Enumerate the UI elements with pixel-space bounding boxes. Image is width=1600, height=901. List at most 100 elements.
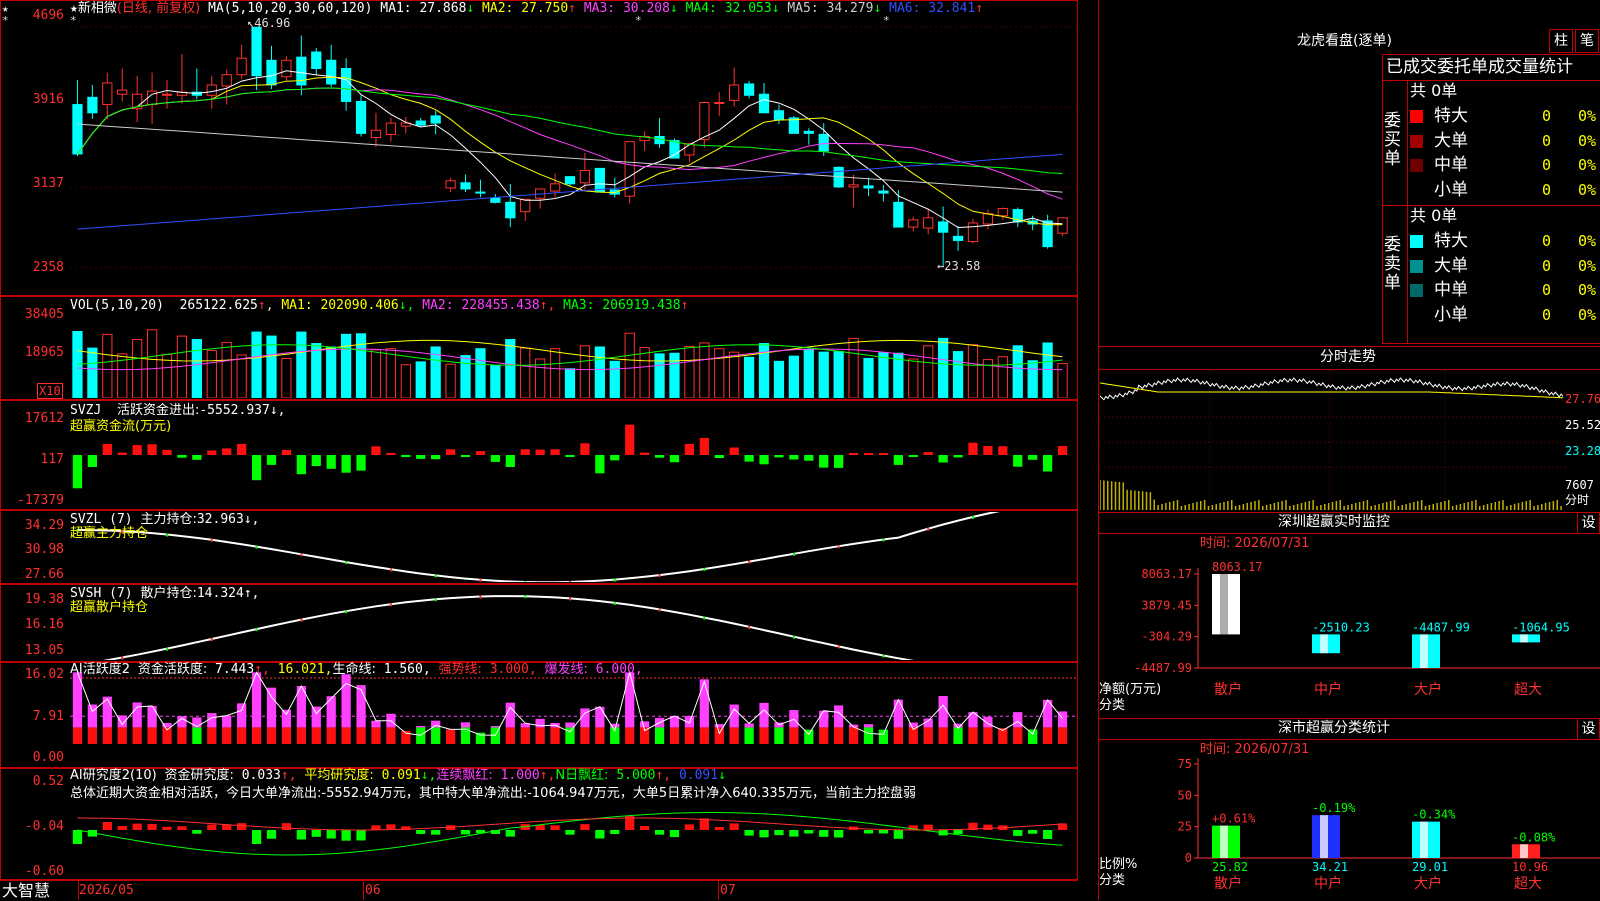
volume-bar: [714, 348, 725, 398]
stock-name[interactable]: 新相微: [78, 1, 117, 16]
activity-bar-top: [266, 687, 277, 728]
research-chart[interactable]: [70, 800, 1076, 878]
research-bar: [580, 824, 590, 830]
value-label: -1064.95: [1512, 620, 1570, 634]
research-bar: [834, 830, 844, 838]
monitor-settings-button[interactable]: 设: [1577, 512, 1600, 534]
ma-value-2: 27.750: [521, 1, 569, 16]
activity-bar: [386, 727, 396, 744]
y-tick-label: -304.29: [1141, 630, 1192, 644]
activity-chart[interactable]: [70, 664, 1076, 766]
research-bar: [1028, 830, 1038, 834]
y-tick-label: 3879.45: [1141, 598, 1192, 612]
y-tick-label: 25: [1178, 820, 1192, 834]
candle: [908, 219, 919, 228]
ratio-chart[interactable]: 75 50 25 0 +0.61% 25.82散户 -0.19% 34.21中户 -0.34% 2…: [1098, 756, 1600, 900]
vol-unit-badge[interactable]: X10: [37, 383, 63, 399]
fund-flow-chart[interactable]: [70, 410, 1076, 508]
order-color-swatch: [1410, 235, 1423, 248]
ma-line-2: [77, 76, 1063, 226]
activity-bar: [147, 727, 157, 744]
monitor-xlabel: 分类: [1099, 698, 1126, 713]
activity-bar: [983, 727, 993, 744]
activity-bar: [87, 727, 98, 744]
activity-bar-top: [938, 695, 948, 728]
dragon-header: 已成交委托单成交量统计: [1386, 57, 1573, 77]
vol-ma-values: MA1: 202090.406↓, MA2: 228455.438↑, MA3:…: [281, 298, 688, 313]
main-holding-line-tick: [971, 515, 974, 519]
order-color-swatch: [1410, 134, 1423, 148]
column-divider: [1098, 0, 1099, 900]
fund-flow-bar: [401, 455, 411, 457]
vol-ma-value: 202090.406: [320, 298, 399, 313]
activity-bar-top: [714, 724, 724, 728]
fund-flow-bar: [863, 453, 874, 455]
order-percent: 0%: [1578, 156, 1597, 174]
order-size-label: 小单: [1434, 304, 1468, 325]
value-label: -0.08%: [1512, 830, 1556, 844]
candle: [699, 101, 710, 141]
activity-bar: [699, 727, 709, 744]
candle: [370, 129, 382, 138]
volume-chart[interactable]: [70, 312, 1076, 398]
net-amount-chart[interactable]: 8063.17 3879.45 -304.29 -4487.99 8063.17 散户 -2…: [1098, 556, 1600, 716]
brand-logo: 大智慧: [2, 881, 51, 900]
activity-bar: [863, 727, 874, 744]
ma-value-1: 27.868: [419, 1, 467, 16]
candle: [475, 191, 486, 194]
candle: [893, 201, 904, 228]
fund-flow-bar: [774, 455, 784, 458]
vol-ma-dir: ↓,: [398, 298, 415, 313]
candle: [221, 74, 232, 87]
research-bar: [237, 823, 247, 830]
svzl-y-tick: 27.66: [24, 567, 64, 582]
main-holding-line-tick: [613, 578, 616, 582]
intraday-chart[interactable]: [1100, 370, 1565, 510]
activity-bar: [251, 727, 262, 744]
candle: [967, 222, 979, 242]
volume-bar: [952, 351, 964, 398]
fund-flow-bar: [490, 455, 500, 462]
vol-ma-dir: ↑,: [539, 298, 556, 313]
research-bar: [863, 830, 874, 834]
fund-flow-bar: [550, 449, 560, 455]
candle: [669, 140, 680, 159]
fund-flow-bar: [520, 449, 530, 455]
activity-bar: [684, 727, 695, 744]
value-bar-shine: [1420, 634, 1428, 668]
fund-flow-bar: [819, 455, 829, 468]
fund-flow-bar: [953, 455, 963, 458]
order-color-swatch: [1410, 308, 1423, 322]
fund-flow-bar: [266, 455, 277, 465]
title-row: ★新相微(日线, 前复权) MA(5,10,20,30,60,120) MA1:…: [70, 2, 983, 16]
candlestick-chart[interactable]: [70, 16, 1076, 294]
order-size-label: 中单: [1434, 155, 1468, 175]
candle: [72, 104, 83, 155]
volume-bar: [773, 360, 785, 398]
activity-bar-top: [222, 715, 232, 728]
activity-bar-top: [237, 703, 247, 728]
bar-view-button[interactable]: 柱: [1549, 29, 1573, 53]
research-bar: [356, 830, 366, 841]
retail-holding-line-tick: [210, 637, 213, 641]
volume-bar: [803, 348, 814, 398]
research-bar: [759, 830, 769, 838]
tick-view-button[interactable]: 笔: [1575, 29, 1599, 53]
activity-bar-top: [341, 674, 351, 728]
research-bar: [640, 826, 650, 830]
ma-dir-6: ↑: [975, 1, 984, 16]
fund-flow-bar: [1042, 455, 1053, 472]
category-label: 大户: [1414, 875, 1442, 892]
date-tick: 2026/05: [79, 883, 134, 898]
period-label[interactable]: (日线, 前复权): [117, 1, 200, 16]
svsh-title: SVSH (7) 散户持仓:14.324↑,: [70, 586, 260, 601]
main-holding-line-tick: [210, 538, 213, 542]
svzj-subtitle: 超赢资金流(万元): [70, 419, 172, 434]
activity-bar: [625, 727, 635, 744]
fund-flow-bar: [72, 455, 83, 489]
candle: [355, 100, 367, 134]
volume-bar: [564, 368, 576, 398]
volume-bar: [594, 346, 605, 398]
fund-flow-bar: [192, 455, 202, 460]
stats-settings-button[interactable]: 设: [1577, 718, 1600, 740]
